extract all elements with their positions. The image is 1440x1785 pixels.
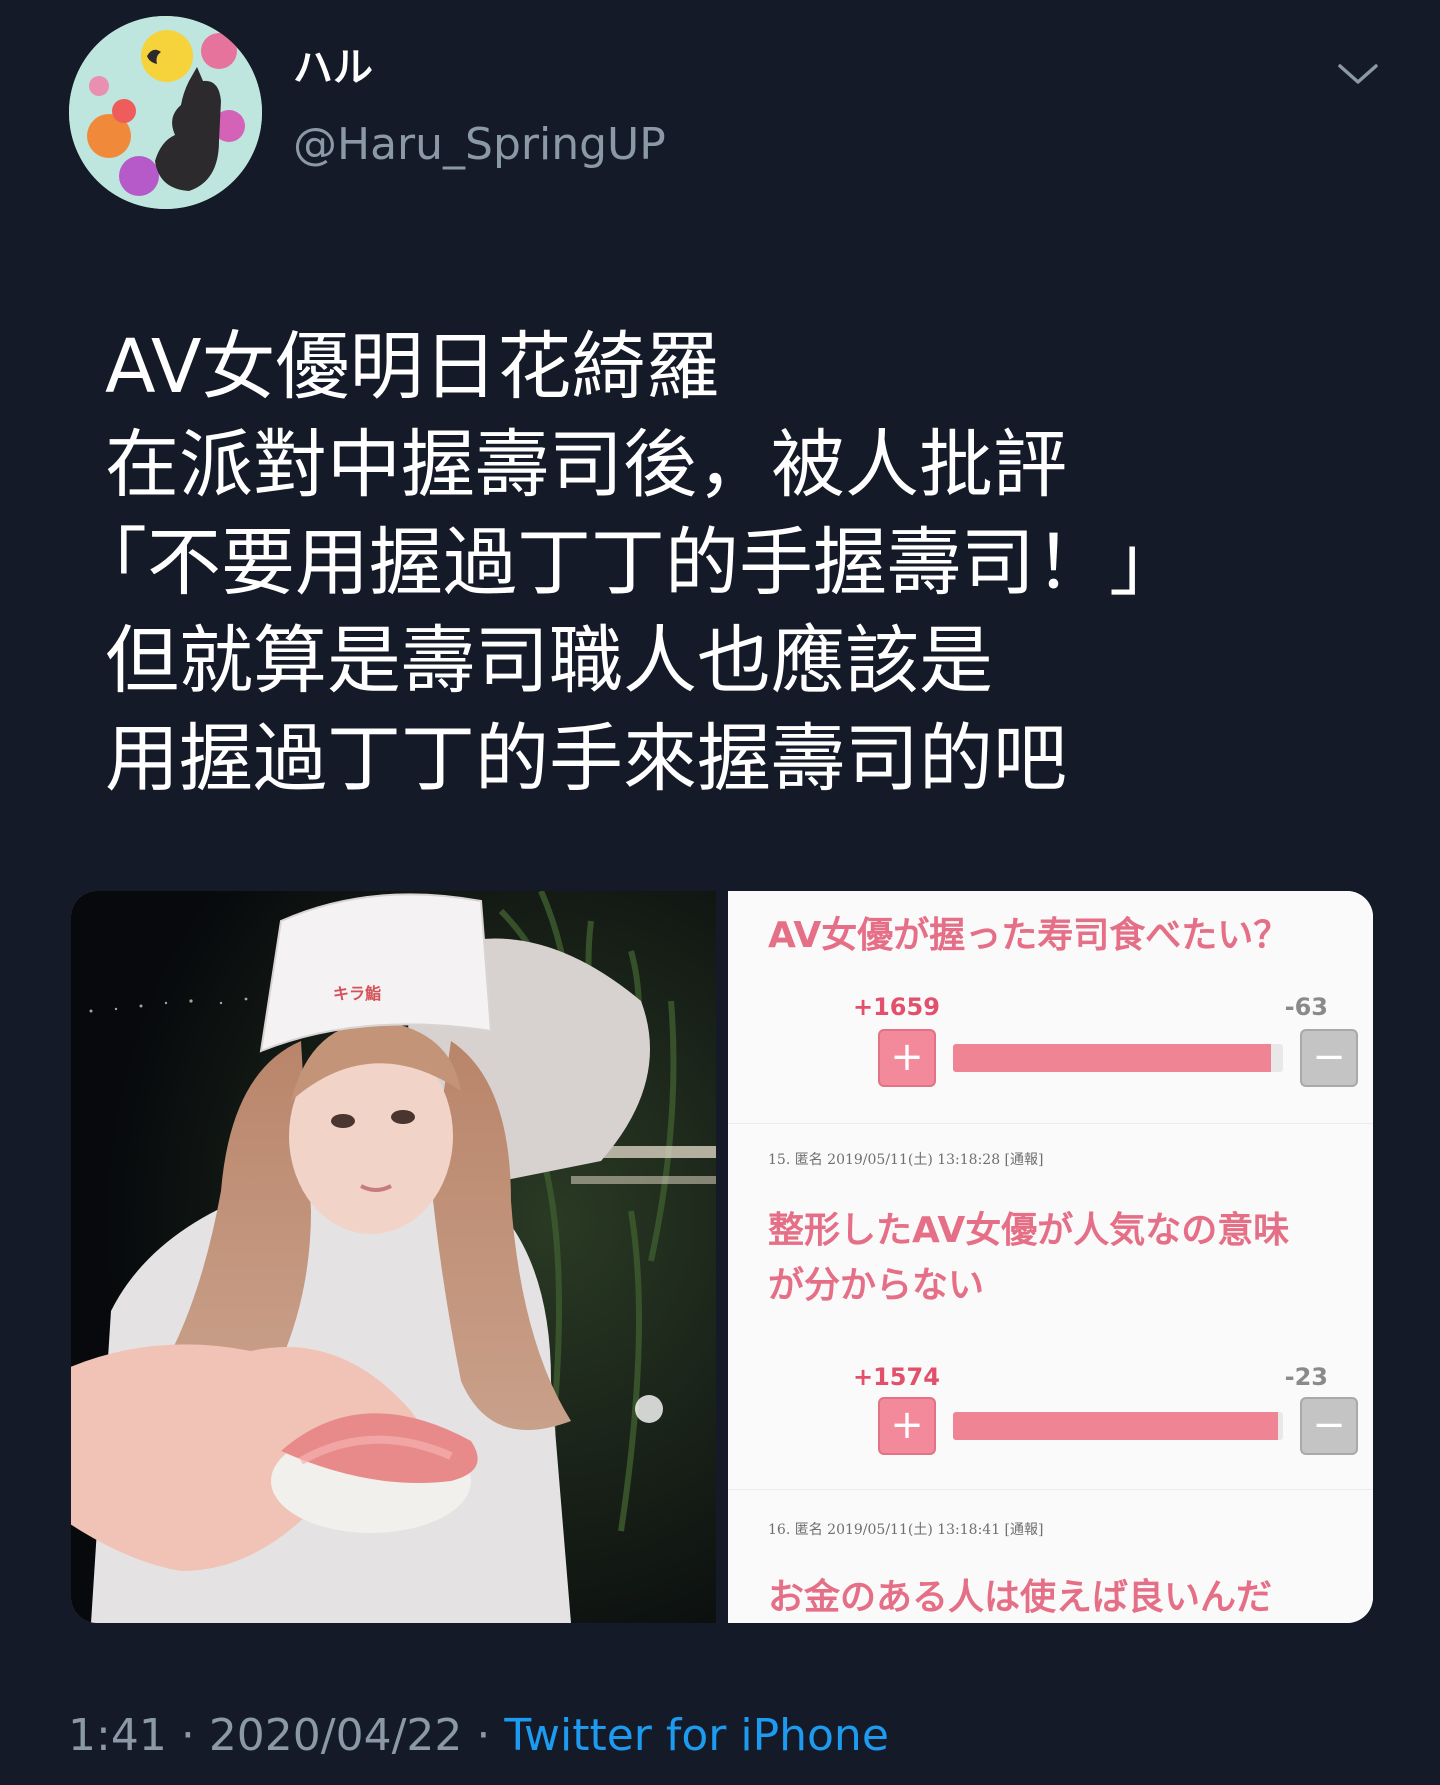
- tweet-source-link[interactable]: Twitter for iPhone: [504, 1710, 888, 1761]
- user-handle[interactable]: @Haru_SpringUP: [293, 123, 666, 167]
- vote-minus-button[interactable]: −: [1300, 1397, 1358, 1455]
- vote-plus-count: +1574: [853, 1363, 940, 1391]
- comment-divider: [728, 1489, 1373, 1490]
- avatar[interactable]: [69, 16, 262, 209]
- tweet-time[interactable]: 1:41: [68, 1710, 167, 1761]
- media-divider: [716, 891, 728, 1623]
- tweet-line: 但就算是壽司職人也應該是: [105, 618, 993, 704]
- hat-logo: キラ鮨: [333, 984, 381, 1003]
- tweet-line: AV女優明日花綺羅: [105, 324, 720, 410]
- tweet-line: 「不要用握過丁丁的手握壽司！」: [73, 520, 1183, 606]
- tweet-text: AV女優明日花綺羅在派對中握壽司後，被人批評「不要用握過丁丁的手握壽司！」但就算…: [73, 318, 1405, 808]
- sushi-chef-photo: キラ鮨: [71, 891, 716, 1623]
- comment-body: 整形したAV女優が人気なの意味: [768, 1210, 1290, 1251]
- chevron-down-icon[interactable]: [1332, 56, 1384, 92]
- comment-divider: [728, 1123, 1373, 1124]
- display-name[interactable]: ハル: [293, 48, 373, 88]
- comment-question: AV女優が握った寿司食べたい？: [768, 915, 1290, 956]
- comment-screenshot[interactable]: AV女優が握った寿司食べたい？ +1659 -63 + − 15. 匿名 201…: [728, 891, 1373, 1623]
- vote-minus-button[interactable]: −: [1300, 1029, 1358, 1087]
- separator: ·: [476, 1710, 491, 1761]
- vote-plus-button[interactable]: +: [878, 1029, 936, 1087]
- tweet-media[interactable]: キラ鮨 AV女優が握った寿司食べたい？ +1659 -63 + − 15. 匿名…: [71, 891, 1373, 1623]
- vote-minus-count: -23: [1284, 1363, 1328, 1391]
- comment-meta: 15. 匿名 2019/05/11(土) 13:18:28 [通報]: [768, 1152, 1044, 1168]
- tweet-line: 用握過丁丁的手來握壽司的吧: [105, 716, 1067, 802]
- media-photo[interactable]: キラ鮨: [71, 891, 716, 1623]
- tweet-header: ハル @Haru_SpringUP: [0, 0, 1440, 220]
- tweet-date[interactable]: 2020/04/22: [209, 1710, 463, 1761]
- comment-body: が分からない: [768, 1265, 985, 1306]
- tweet-line: 在派對中握壽司後，被人批評: [105, 422, 1067, 508]
- comment-body: お金のある人は使えば良いんだ: [768, 1577, 1273, 1618]
- vote-bar-fill: [953, 1044, 1271, 1072]
- vote-minus-count: -63: [1284, 993, 1328, 1021]
- comment-meta: 16. 匿名 2019/05/11(土) 13:18:41 [通報]: [768, 1522, 1044, 1538]
- separator: ·: [180, 1710, 195, 1761]
- vote-plus-count: +1659: [853, 993, 940, 1021]
- vote-bar: [953, 1412, 1283, 1440]
- vote-bar-fill: [953, 1412, 1279, 1440]
- vote-bar: [953, 1044, 1283, 1072]
- vote-plus-button[interactable]: +: [878, 1397, 936, 1455]
- cat-silhouette-avatar-icon: [69, 16, 262, 209]
- tweet-footer: 1:41 · 2020/04/22 · Twitter for iPhone: [68, 1714, 889, 1758]
